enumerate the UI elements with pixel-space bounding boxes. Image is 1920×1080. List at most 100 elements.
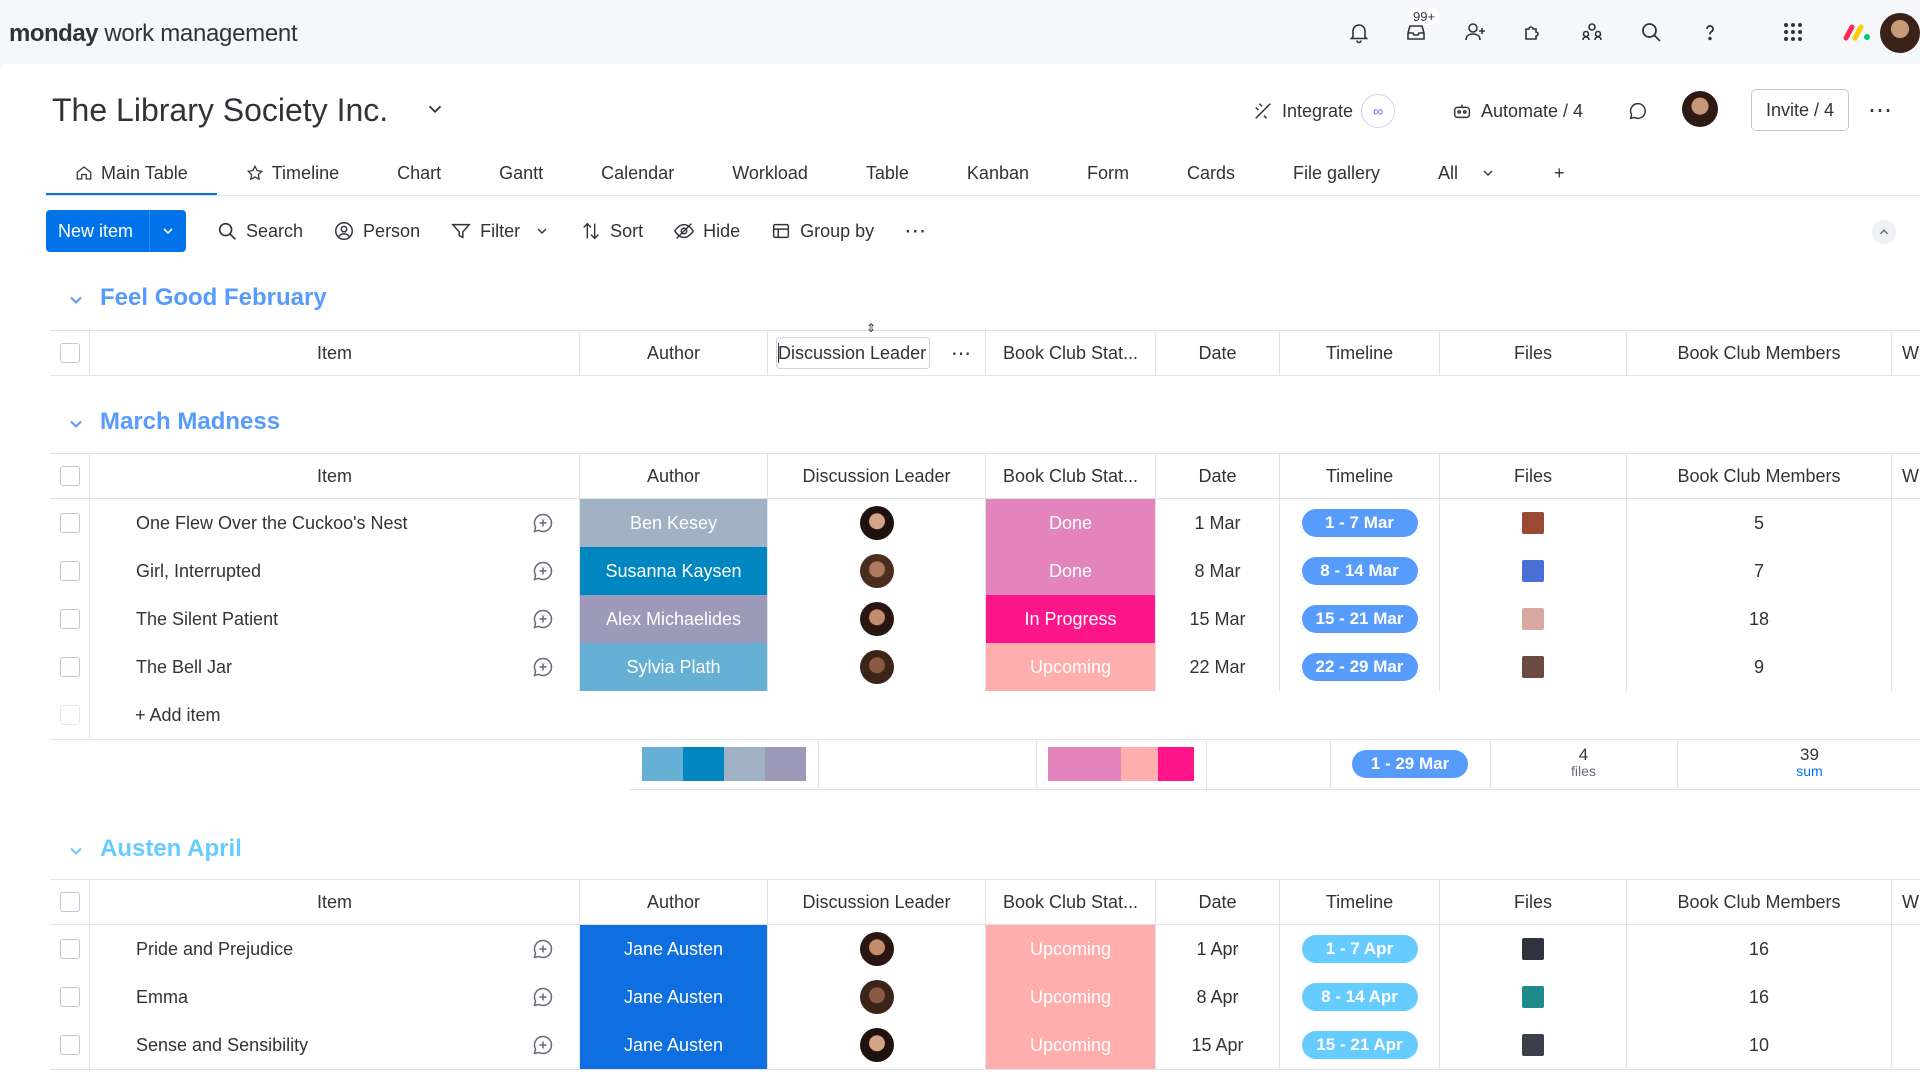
cell-status[interactable]: In Progress [986, 595, 1156, 643]
cell-timeline[interactable]: 8 - 14 Apr [1280, 973, 1440, 1021]
timeline-summary-pill[interactable]: 1 - 29 Mar [1352, 750, 1468, 778]
search-button[interactable]: Search [216, 220, 303, 242]
tab-gantt[interactable]: Gantt [470, 152, 572, 194]
discussion-leader-avatar[interactable] [859, 1028, 894, 1062]
row-checkbox[interactable] [59, 513, 80, 533]
cell-files[interactable] [1440, 973, 1627, 1021]
board-owner-avatar[interactable] [1682, 91, 1718, 127]
timeline-pill[interactable]: 15 - 21 Apr [1301, 1031, 1418, 1059]
item-name[interactable]: The Bell Jar [136, 657, 232, 678]
row-checkbox[interactable] [59, 657, 80, 677]
column-header-members[interactable]: Book Club Members [1627, 880, 1892, 924]
discussion-leader-avatar[interactable] [859, 506, 894, 540]
discussion-leader-avatar[interactable] [859, 602, 894, 636]
author-summary-bar[interactable] [642, 747, 806, 781]
cell-cb[interactable] [50, 925, 90, 973]
cell-item[interactable]: The Silent Patient [90, 595, 580, 643]
cell-cb[interactable] [50, 547, 90, 595]
sort-button[interactable]: Sort [580, 220, 643, 242]
column-header-members[interactable]: Book Club Members [1627, 454, 1892, 498]
cell-item[interactable]: Sense and Sensibility [90, 1021, 580, 1069]
add-item-row[interactable]: + Add item [50, 691, 1920, 740]
cell-date[interactable]: 15 Mar [1156, 595, 1280, 643]
search-icon[interactable] [1635, 16, 1667, 48]
cell-author[interactable]: Susanna Kaysen [580, 547, 768, 595]
cell-date[interactable]: 22 Mar [1156, 643, 1280, 691]
collapse-header-button[interactable] [1872, 220, 1896, 244]
cell-more[interactable] [1892, 643, 1920, 691]
tab-table[interactable]: Table [837, 152, 938, 194]
tab-file-gallery[interactable]: File gallery [1264, 152, 1409, 194]
cell-author[interactable]: Jane Austen [580, 1021, 768, 1069]
tab-all[interactable]: All [1409, 152, 1525, 194]
updates-button[interactable] [1627, 94, 1649, 128]
cell-files[interactable] [1440, 499, 1627, 547]
file-thumbnail[interactable] [1522, 986, 1544, 1008]
add-update-icon[interactable] [531, 607, 555, 631]
item-name[interactable]: Girl, Interrupted [136, 561, 261, 582]
column-header-members[interactable]: Book Club Members [1627, 331, 1892, 375]
invite-button[interactable]: Invite / 4 [1751, 89, 1849, 131]
new-item-button[interactable]: New item [46, 210, 186, 252]
status-summary-bar[interactable] [1048, 747, 1194, 781]
cell-author[interactable]: Alex Michaelides [580, 595, 768, 643]
timeline-pill[interactable]: 22 - 29 Mar [1301, 653, 1418, 681]
cell-discussion-leader[interactable] [768, 595, 986, 643]
cell-cb[interactable] [50, 595, 90, 643]
column-header-discussion-leader[interactable]: Discussion Leader ⋯ ⇕ [768, 321, 986, 375]
table-row[interactable]: The Bell Jar Sylvia Plath Upcoming 22 Mar 22… [50, 643, 1920, 692]
add-update-icon[interactable] [531, 655, 555, 679]
cell-cb[interactable] [50, 643, 90, 691]
file-thumbnail[interactable] [1522, 608, 1544, 630]
cell-date[interactable]: 8 Mar [1156, 547, 1280, 595]
cell-timeline[interactable]: 22 - 29 Mar [1280, 643, 1440, 691]
column-header-discussion-leader[interactable]: Discussion Leader [768, 454, 986, 498]
cell-date[interactable]: 8 Apr [1156, 973, 1280, 1021]
cell-discussion-leader[interactable] [768, 1021, 986, 1069]
group-title[interactable]: March Madness [100, 408, 280, 436]
table-row[interactable]: The Silent Patient Alex Michaelides In Pro… [50, 595, 1920, 644]
cell-date[interactable]: 15 Apr [1156, 1021, 1280, 1069]
select-all-checkbox[interactable] [59, 892, 80, 912]
cell-discussion-leader[interactable] [768, 925, 986, 973]
cell-members[interactable]: 7 [1627, 547, 1892, 595]
row-checkbox[interactable] [59, 987, 80, 1007]
column-header-cb[interactable] [50, 454, 90, 498]
add-update-icon[interactable] [531, 985, 555, 1009]
add-update-icon[interactable] [531, 1033, 555, 1057]
chevron-down-icon[interactable] [424, 98, 446, 120]
column-header-date[interactable]: Date [1156, 880, 1280, 924]
column-header-files[interactable]: Files [1440, 331, 1627, 375]
column-menu-icon[interactable]: ⋯ [951, 341, 971, 366]
timeline-pill[interactable]: 8 - 14 Apr [1301, 983, 1418, 1011]
timeline-pill[interactable]: 1 - 7 Mar [1301, 509, 1418, 537]
invite-members-icon[interactable] [1459, 16, 1491, 48]
table-row[interactable]: Girl, Interrupted Susanna Kaysen Done 8 Mar… [50, 547, 1920, 596]
cell-timeline[interactable]: 8 - 14 Mar [1280, 547, 1440, 595]
column-header-author[interactable]: Author [580, 331, 768, 375]
tab-form[interactable]: Form [1058, 152, 1158, 194]
tab-cards[interactable]: Cards [1158, 152, 1264, 194]
group-collapse-icon[interactable] [66, 841, 86, 866]
cell-more[interactable] [1892, 1021, 1920, 1069]
item-name[interactable]: Sense and Sensibility [136, 1035, 308, 1056]
item-name[interactable]: The Silent Patient [136, 609, 278, 630]
row-checkbox[interactable] [59, 609, 80, 629]
column-header-author[interactable]: Author [580, 454, 768, 498]
group-title[interactable]: Feel Good February [100, 284, 327, 312]
brand-logo[interactable]: monday work management [9, 20, 298, 48]
add-update-icon[interactable] [531, 559, 555, 583]
cell-author[interactable]: Jane Austen [580, 925, 768, 973]
chevron-down-icon[interactable] [534, 223, 550, 239]
cell-more[interactable] [1892, 547, 1920, 595]
column-header-discussion-leader[interactable]: Discussion Leader [768, 880, 986, 924]
apps-marketplace-icon[interactable] [1517, 16, 1549, 48]
cell-date[interactable]: 1 Mar [1156, 499, 1280, 547]
file-thumbnail[interactable] [1522, 560, 1544, 582]
cell-timeline[interactable]: 1 - 7 Apr [1280, 925, 1440, 973]
tab-timeline[interactable]: Timeline [217, 152, 368, 194]
column-header-author[interactable]: Author [580, 880, 768, 924]
cell-more[interactable] [1892, 499, 1920, 547]
column-header-timeline[interactable]: Timeline [1280, 454, 1440, 498]
cell-date[interactable]: 1 Apr [1156, 925, 1280, 973]
